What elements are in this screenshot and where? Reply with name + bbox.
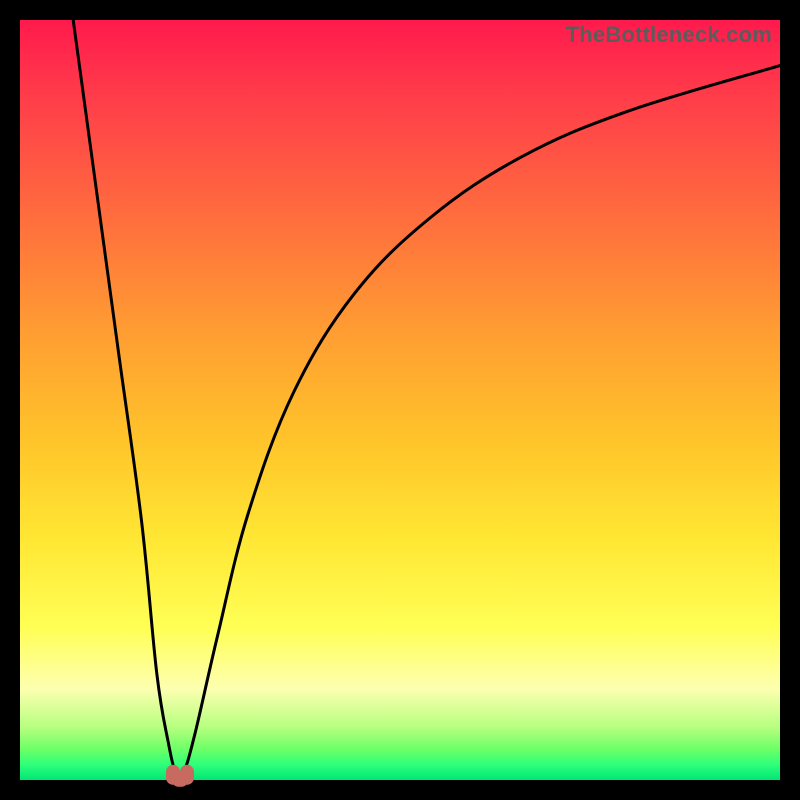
curve-path xyxy=(73,20,780,777)
bottleneck-curve xyxy=(20,20,780,780)
plot-area: TheBottleneck.com xyxy=(20,20,780,780)
chart-frame: TheBottleneck.com xyxy=(0,0,800,800)
